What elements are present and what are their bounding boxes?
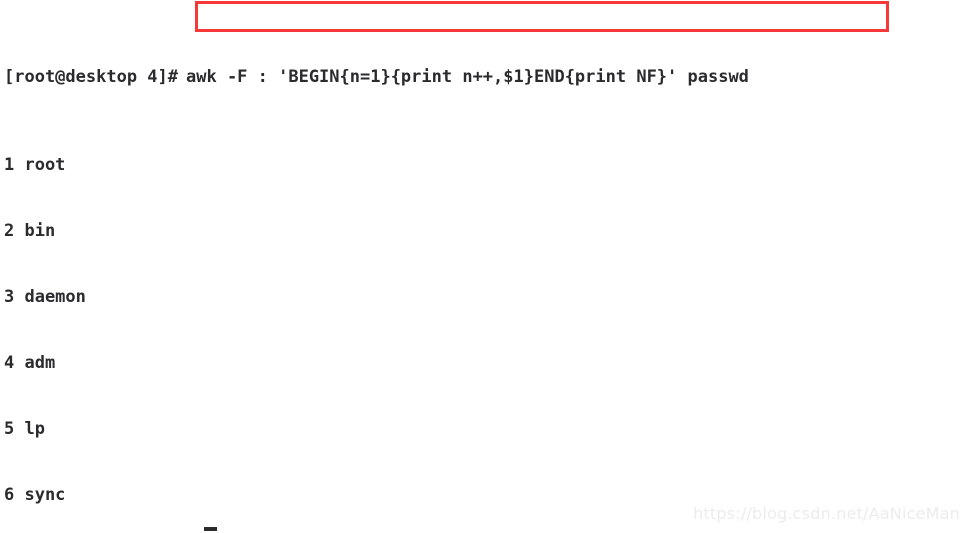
- watermark-text: https://blog.csdn.net/AaNiceMan: [693, 504, 960, 523]
- output-line: 2 bin: [4, 221, 56, 241]
- command-prompt-line: [root@desktop 4]# awk -F : 'BEGIN{n=1}{p…: [4, 66, 959, 88]
- output-line: 3 daemon: [4, 287, 86, 307]
- terminal-cursor: [204, 527, 217, 531]
- terminal-window: [root@desktop 4]# awk -F : 'BEGIN{n=1}{p…: [0, 0, 963, 533]
- output-line: 4 adm: [4, 353, 56, 373]
- command-text: awk -F : 'BEGIN{n=1}{print n++,$1}END{pr…: [186, 67, 749, 87]
- terminal-output-area[interactable]: [root@desktop 4]# awk -F : 'BEGIN{n=1}{p…: [4, 0, 959, 533]
- shell-prompt: [root@desktop 4]#: [4, 67, 178, 87]
- output-line: 1 root: [4, 155, 66, 175]
- output-line: 6 sync: [4, 485, 66, 505]
- output-line: 5 lp: [4, 419, 45, 439]
